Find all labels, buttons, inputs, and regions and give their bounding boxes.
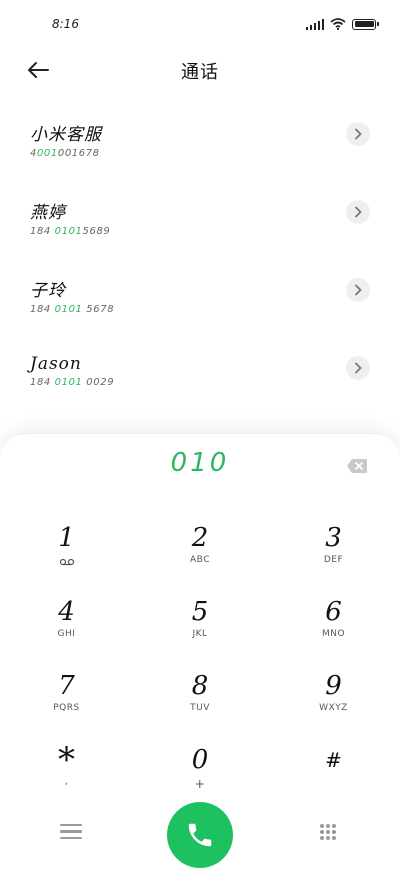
contact-name: 子玲 bbox=[30, 281, 66, 301]
contact-detail-button[interactable] bbox=[346, 356, 370, 380]
contact-suggestions-list: 小米客服 4001001678 燕婷 184 01015689 子玲 184 0… bbox=[0, 100, 400, 412]
dialed-number: 010 bbox=[170, 448, 230, 478]
key-4[interactable]: 4 GHI bbox=[0, 594, 133, 668]
contact-number: 184 0101 0029 bbox=[30, 377, 115, 388]
contact-name: 小米客服 bbox=[30, 125, 102, 145]
phone-icon bbox=[188, 823, 212, 847]
menu-icon[interactable] bbox=[60, 824, 82, 842]
contact-name: 燕婷 bbox=[30, 203, 66, 223]
status-icons bbox=[305, 18, 379, 30]
contact-row[interactable]: 燕婷 184 01015689 bbox=[0, 178, 400, 256]
backspace-icon[interactable] bbox=[346, 458, 368, 474]
call-button[interactable] bbox=[167, 802, 233, 868]
status-bar: 8:16 bbox=[0, 0, 400, 48]
page-title: 通话 bbox=[181, 62, 219, 83]
contact-number: 4001001678 bbox=[30, 148, 100, 159]
key-6[interactable]: 6 MNO bbox=[267, 594, 400, 668]
chevron-right-icon bbox=[355, 284, 362, 296]
chevron-right-icon bbox=[355, 128, 362, 140]
contact-number: 184 0101 5678 bbox=[30, 304, 115, 315]
dialpad-toggle-icon[interactable] bbox=[320, 824, 338, 844]
keypad: 1 2 ABC 3 DEF 4 GHI 5 JKL 6 MNO 7 PQRS 8… bbox=[0, 520, 400, 816]
contact-name: Jason bbox=[30, 354, 82, 374]
signal-icon bbox=[305, 18, 324, 30]
wifi-icon bbox=[330, 18, 346, 30]
key-7[interactable]: 7 PQRS bbox=[0, 668, 133, 742]
voicemail-icon bbox=[59, 558, 74, 566]
chevron-right-icon bbox=[355, 362, 362, 374]
key-5[interactable]: 5 JKL bbox=[133, 594, 267, 668]
key-9[interactable]: 9 WXYZ bbox=[267, 668, 400, 742]
contact-detail-button[interactable] bbox=[346, 200, 370, 224]
chevron-right-icon bbox=[355, 206, 362, 218]
contact-row[interactable]: Jason 184 0101 0029 bbox=[0, 334, 400, 412]
status-time: 8:16 bbox=[52, 17, 79, 31]
battery-icon bbox=[352, 18, 379, 30]
contact-number: 184 01015689 bbox=[30, 226, 111, 237]
key-3[interactable]: 3 DEF bbox=[267, 520, 400, 594]
contact-row[interactable]: 子玲 184 0101 5678 bbox=[0, 256, 400, 334]
header: 通话 bbox=[0, 48, 400, 92]
key-1[interactable]: 1 bbox=[0, 520, 133, 594]
key-2[interactable]: 2 ABC bbox=[133, 520, 267, 594]
contact-detail-button[interactable] bbox=[346, 122, 370, 146]
bottom-bar bbox=[0, 800, 400, 870]
key-8[interactable]: 8 TUV bbox=[133, 668, 267, 742]
contact-row[interactable]: 小米客服 4001001678 bbox=[0, 100, 400, 178]
contact-detail-button[interactable] bbox=[346, 278, 370, 302]
